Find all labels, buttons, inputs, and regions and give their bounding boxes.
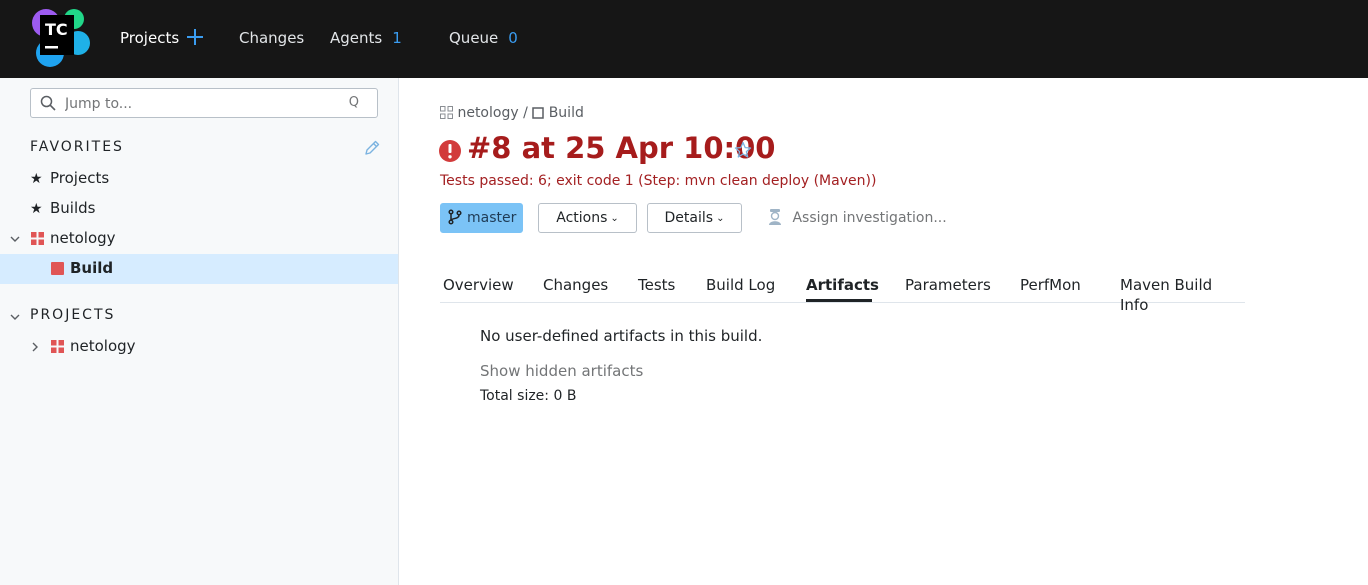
details-label: Details xyxy=(664,210,714,226)
build-status-text[interactable]: Tests passed: 6; exit code 1 (Step: mvn … xyxy=(440,173,876,189)
active-tab-indicator xyxy=(806,299,872,302)
show-hidden-artifacts-link[interactable]: Show hidden artifacts xyxy=(480,362,643,380)
top-navigation-bar: TC Projects Changes Agents 1 Queue 0 xyxy=(0,0,1368,78)
tab-changes[interactable]: Changes xyxy=(543,275,608,295)
edit-favorites-pencil-icon[interactable] xyxy=(362,138,382,158)
breadcrumb-separator: / xyxy=(523,105,528,121)
search-icon xyxy=(40,95,56,111)
tab-artifacts[interactable]: Artifacts xyxy=(806,275,879,295)
favorite-builds-label: Builds xyxy=(50,199,96,217)
tab-maven-build-info[interactable]: Maven Build Info xyxy=(1120,275,1245,315)
nav-queue[interactable]: Queue 0 xyxy=(449,28,518,48)
chevron-down-icon: ⌄ xyxy=(716,213,725,224)
nav-queue-label: Queue xyxy=(449,29,499,47)
build-tabs: Overview Changes Tests Build Log Artifac… xyxy=(440,270,1245,314)
projects-netology-item[interactable]: netology xyxy=(70,331,136,361)
add-project-plus-icon[interactable] xyxy=(186,28,204,46)
tab-perfmon[interactable]: PerfMon xyxy=(1020,275,1081,295)
assign-investigation-label: Assign investigation... xyxy=(792,210,947,226)
chevron-down-icon[interactable] xyxy=(9,311,21,323)
tab-tests[interactable]: Tests xyxy=(638,275,675,295)
assign-investigation-link[interactable]: Assign investigation... xyxy=(766,208,947,228)
build-failed-square-icon xyxy=(51,262,64,275)
nav-agents-label: Agents xyxy=(330,29,383,47)
search-shortcut-hint: Q xyxy=(348,95,359,110)
breadcrumb-project-link[interactable]: netology xyxy=(457,105,518,121)
investigator-icon xyxy=(769,209,781,225)
error-alert-icon xyxy=(439,140,461,162)
chevron-down-icon: ⌄ xyxy=(610,213,619,224)
sidebar: Q FAVORITES ★ Projects ★ Builds netology B… xyxy=(0,78,399,585)
favorite-projects-label: Projects xyxy=(50,169,110,187)
total-size-text: Total size: 0 B xyxy=(480,388,577,404)
tab-build-log[interactable]: Build Log xyxy=(706,275,775,295)
favorite-projects-item[interactable]: ★ Projects xyxy=(30,163,109,193)
jump-to-search[interactable]: Q xyxy=(30,88,378,118)
tab-parameters[interactable]: Parameters xyxy=(905,275,991,295)
actions-dropdown-button[interactable]: Actions ⌄ xyxy=(538,203,637,233)
nav-agents[interactable]: Agents 1 xyxy=(330,28,402,48)
star-filled-icon: ★ xyxy=(30,171,43,187)
build-title: #8 at 25 Apr 10:00 xyxy=(467,131,776,165)
chevron-down-icon[interactable] xyxy=(9,233,21,245)
details-dropdown-button[interactable]: Details ⌄ xyxy=(647,203,742,233)
git-branch-icon xyxy=(448,209,462,225)
build-config-square-icon xyxy=(532,107,544,119)
breadcrumb-build-link[interactable]: Build xyxy=(549,105,584,121)
queue-count-badge: 0 xyxy=(508,29,518,47)
star-filled-icon: ★ xyxy=(30,201,43,217)
actions-label: Actions xyxy=(556,210,608,226)
project-grid-icon xyxy=(31,232,44,245)
project-grid-icon xyxy=(51,340,64,353)
svg-text:TC: TC xyxy=(45,20,68,39)
agents-count-badge: 1 xyxy=(392,29,402,47)
favorites-section-title: FAVORITES xyxy=(30,139,124,155)
projects-section-title: PROJECTS xyxy=(30,307,116,323)
breadcrumb: netology / Build xyxy=(440,104,584,122)
tab-overview[interactable]: Overview xyxy=(443,275,514,295)
favorite-netology-item[interactable]: netology xyxy=(50,223,116,253)
no-artifacts-message: No user-defined artifacts in this build. xyxy=(480,327,763,345)
favorite-build-label[interactable]: Build xyxy=(70,253,113,283)
branch-badge-button[interactable]: master xyxy=(440,203,523,233)
nav-changes[interactable]: Changes xyxy=(239,28,304,48)
branch-label: master xyxy=(467,210,517,226)
teamcity-logo[interactable]: TC xyxy=(30,7,92,69)
search-input[interactable] xyxy=(65,94,345,114)
chevron-right-icon[interactable] xyxy=(29,341,41,353)
project-grid-outline-icon xyxy=(440,106,453,119)
favorite-builds-item[interactable]: ★ Builds xyxy=(30,193,95,223)
star-outline-icon[interactable] xyxy=(734,141,752,159)
nav-projects[interactable]: Projects xyxy=(120,28,179,48)
